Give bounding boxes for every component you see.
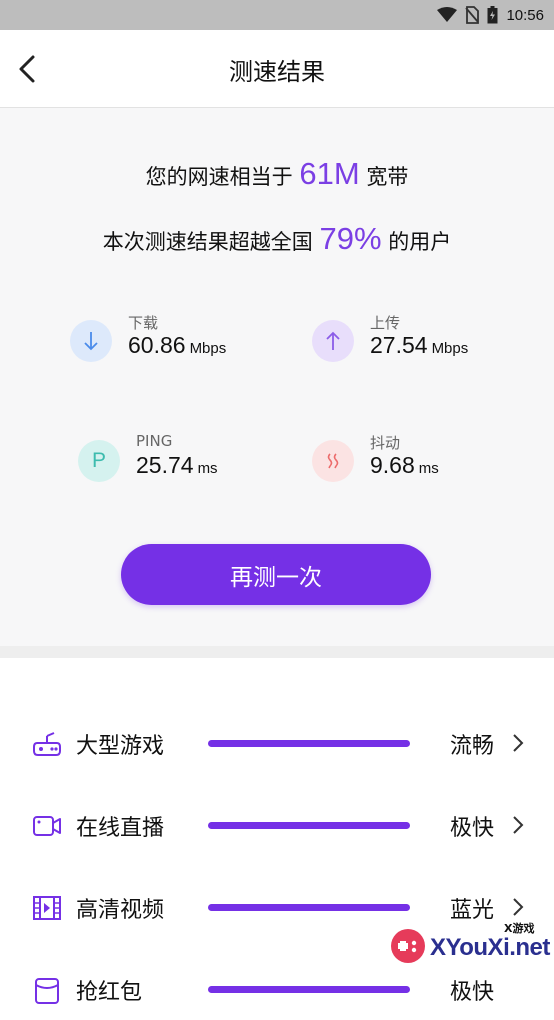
red-packet-icon xyxy=(35,978,59,1004)
upload-number: 27.54 xyxy=(370,332,428,358)
result-panel: 您的网速相当于 61M 宽带 本次测速结果超越全国 79% 的用户 下载 60.… xyxy=(0,108,554,646)
gamepad-icon xyxy=(33,732,61,756)
watermark-text: XYouXi.net xyxy=(430,934,550,961)
scenario-status: 极快 xyxy=(450,980,495,1005)
scenario-level-bar xyxy=(208,822,410,829)
upload-value: 27.54 Mbps xyxy=(370,332,468,359)
bandwidth-value: 61M xyxy=(299,156,360,191)
retest-button[interactable]: 再测一次 xyxy=(121,544,431,605)
battery-icon xyxy=(487,6,498,24)
jitter-unit: ms xyxy=(418,460,439,477)
film-icon xyxy=(33,896,61,920)
bandwidth-suffix: 宽带 xyxy=(366,165,409,189)
watermark: X游戏 XYouXi.net xyxy=(380,916,550,972)
scenario-level-bar xyxy=(208,986,410,993)
scenario-row-gaming[interactable]: 大型游戏 流畅 xyxy=(0,714,554,774)
scenario-name: 高清视频 xyxy=(76,898,165,923)
status-bar: 10:56 xyxy=(0,0,554,30)
ping-label: PING xyxy=(136,432,173,450)
jitter-value: 9.68 ms xyxy=(370,452,439,479)
chevron-right-icon xyxy=(513,816,524,834)
bandwidth-summary: 您的网速相当于 61M 宽带 xyxy=(0,156,554,192)
ping-icon-letter: P xyxy=(91,449,106,472)
video-camera-icon xyxy=(33,816,61,836)
arrow-up-icon xyxy=(312,320,354,362)
jitter-label: 抖动 xyxy=(370,434,401,452)
scenario-row-live[interactable]: 在线直播 极快 xyxy=(0,796,554,856)
status-time: 10:56 xyxy=(506,6,544,24)
ranking-summary: 本次测速结果超越全国 79% 的用户 xyxy=(0,221,554,257)
download-unit: Mbps xyxy=(189,340,227,357)
chevron-right-icon xyxy=(513,734,524,752)
ping-value: 25.74 ms xyxy=(136,452,218,479)
ranking-value: 79% xyxy=(319,221,382,256)
download-label: 下载 xyxy=(128,314,159,332)
scenario-status: 流畅 xyxy=(450,734,495,759)
upload-label: 上传 xyxy=(370,314,401,332)
jitter-icon xyxy=(312,440,354,482)
status-icons: 10:56 xyxy=(437,0,544,30)
ping-number: 25.74 xyxy=(136,452,194,478)
page-title: 测速结果 xyxy=(229,58,325,86)
upload-unit: Mbps xyxy=(431,340,469,357)
bandwidth-prefix: 您的网速相当于 xyxy=(145,165,293,189)
wifi-icon xyxy=(437,7,458,22)
scenario-level-bar xyxy=(208,904,410,911)
scenario-name: 大型游戏 xyxy=(76,734,165,759)
watermark-logo-icon xyxy=(391,929,425,963)
download-value: 60.86 Mbps xyxy=(128,332,226,359)
section-divider xyxy=(0,646,554,658)
arrow-down-icon xyxy=(70,320,112,362)
scenario-level-bar xyxy=(208,740,410,747)
scenario-name: 在线直播 xyxy=(76,816,165,841)
chevron-right-icon xyxy=(513,898,524,916)
jitter-number: 9.68 xyxy=(370,452,415,478)
ranking-suffix: 的用户 xyxy=(388,230,452,254)
ranking-prefix: 本次测速结果超越全国 xyxy=(102,230,313,254)
download-number: 60.86 xyxy=(128,332,186,358)
scenario-name: 抢红包 xyxy=(76,980,143,1005)
ping-icon: P xyxy=(78,440,120,482)
app-header: 测速结果 xyxy=(0,30,554,108)
ping-unit: ms xyxy=(197,460,218,477)
no-sim-icon xyxy=(465,6,480,24)
scenario-status: 极快 xyxy=(450,816,495,841)
